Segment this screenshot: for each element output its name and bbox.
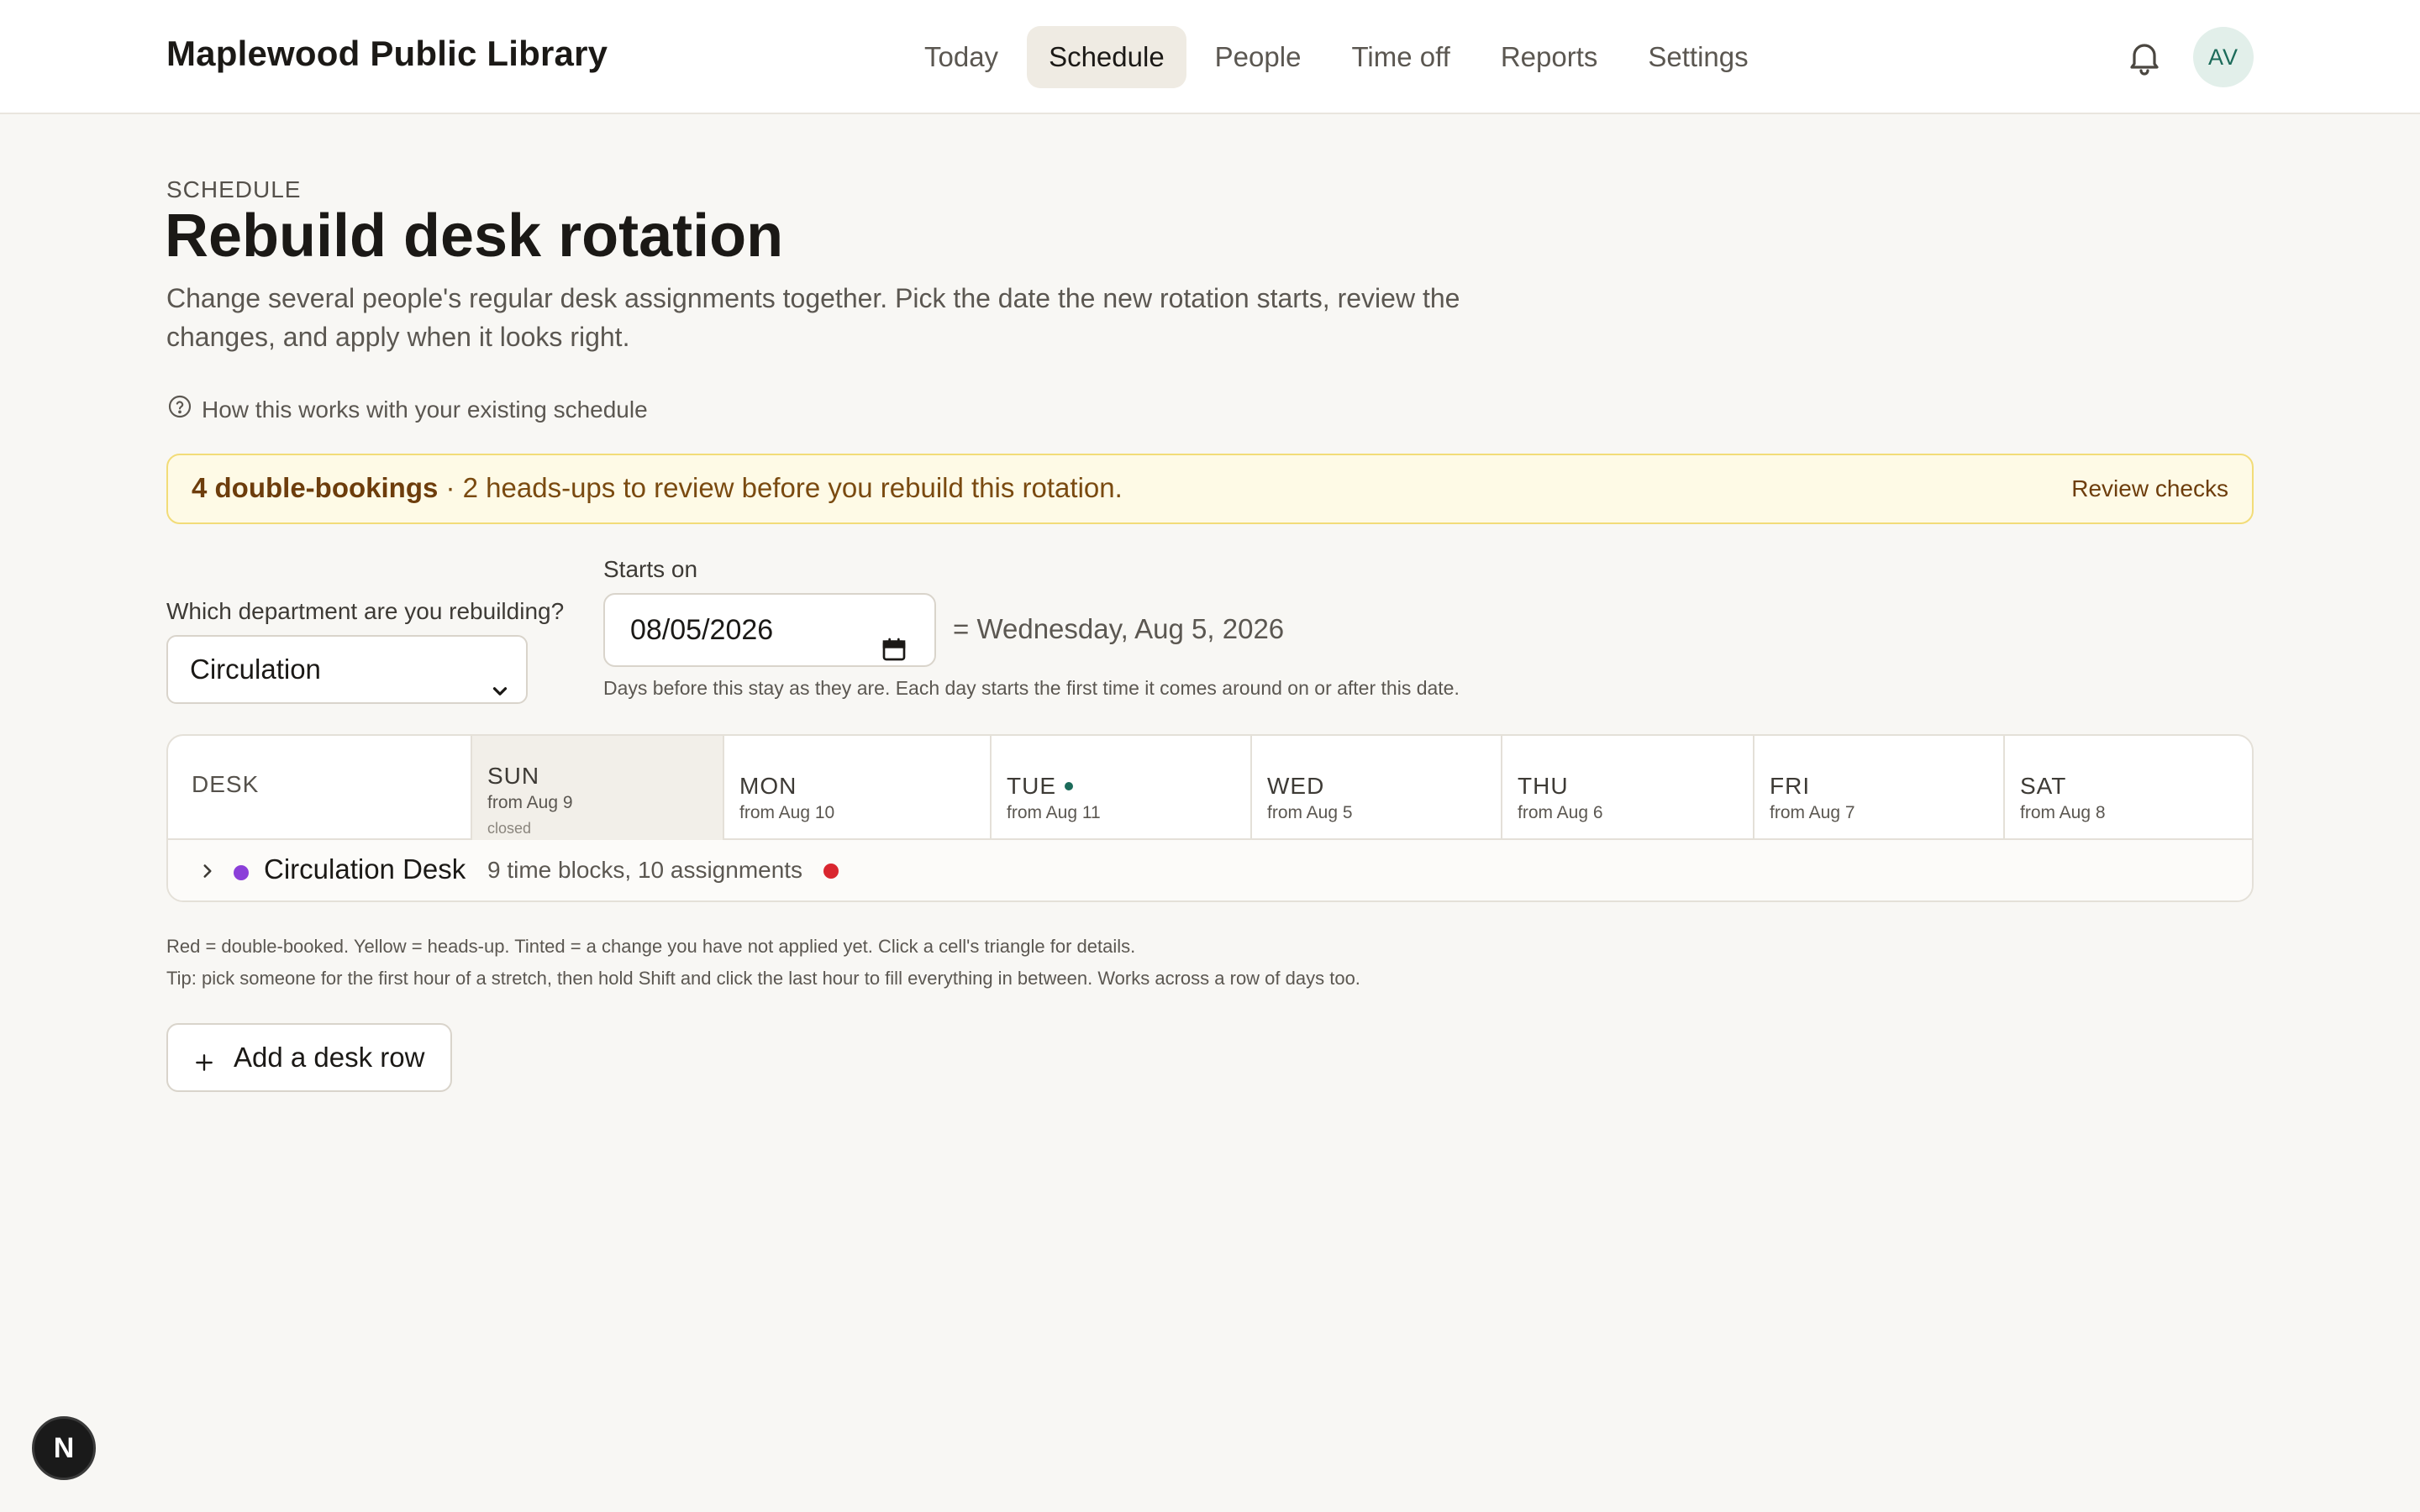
day-name: MON: [739, 773, 797, 799]
nav-settings[interactable]: Settings: [1626, 26, 1770, 88]
chevron-down-icon: [489, 660, 511, 696]
alert-count: 4 double-bookings: [192, 472, 439, 503]
day-name: THU: [1518, 773, 1569, 799]
dev-badge[interactable]: N: [32, 1416, 96, 1480]
desk-column-header: DESK: [168, 736, 471, 840]
day-closed-note: closed: [487, 820, 532, 837]
day-header-fri: FRI from Aug 7: [1753, 736, 2003, 840]
start-date-readable: = Wednesday, Aug 5, 2026: [953, 613, 1285, 644]
nav-today[interactable]: Today: [902, 26, 1020, 88]
review-checks-link[interactable]: Review checks: [2071, 475, 2228, 502]
main-nav: Today Schedule People Time off Reports S…: [902, 26, 1770, 88]
grid-header: DESK SUN from Aug 9 closed MON from Aug …: [168, 736, 2252, 840]
day-name: SAT: [2020, 773, 2067, 799]
start-date-input[interactable]: 08/05/2026: [603, 593, 936, 667]
day-name: SUN: [487, 763, 540, 789]
day-header-thu: THU from Aug 6: [1501, 736, 1753, 840]
start-date-value: 08/05/2026: [630, 614, 774, 646]
legend-note: Red = double-booked. Yellow = heads-up. …: [166, 936, 1136, 957]
day-name: WED: [1267, 773, 1325, 799]
top-bar: Maplewood Public Library Today Schedule …: [0, 0, 2420, 114]
alert-detail: · 2 heads-ups to review before you rebui…: [438, 472, 1123, 503]
day-start: from Aug 11: [1007, 803, 1101, 822]
conflict-alert: 4 double-bookings · 2 heads-ups to revie…: [166, 454, 2254, 524]
today-dot: [1065, 781, 1073, 790]
rotation-grid: DESK SUN from Aug 9 closed MON from Aug …: [166, 734, 2254, 902]
day-start: from Aug 9: [487, 793, 573, 812]
day-name: TUE: [1007, 773, 1056, 799]
add-desk-row-button[interactable]: Add a desk row: [166, 1023, 452, 1092]
day-header-sat: SAT from Aug 8: [2003, 736, 2252, 840]
start-date-hint: Days before this stay as they are. Each …: [603, 677, 1460, 699]
day-start: from Aug 7: [1770, 803, 1855, 822]
page-description: Change several people's regular desk ass…: [166, 283, 1460, 352]
starts-on-label: Starts on: [603, 556, 698, 582]
day-header-sun: SUN from Aug 9 closed: [471, 736, 723, 840]
alert-message: 4 double-bookings · 2 heads-ups to revie…: [192, 472, 1123, 504]
desk-row[interactable]: Circulation Desk 9 time blocks, 10 assig…: [168, 840, 2252, 900]
desk-summary: 9 time blocks, 10 assignments: [487, 857, 803, 883]
department-label: Which department are you rebuilding?: [166, 598, 565, 624]
page-eyebrow: SCHEDULE: [166, 176, 302, 202]
department-value: Circulation: [190, 654, 321, 685]
help-circle-icon: [166, 393, 193, 426]
plus-icon: [193, 1048, 215, 1071]
nav-schedule[interactable]: Schedule: [1027, 26, 1186, 88]
conflict-dot: [823, 864, 839, 879]
app-title: Maplewood Public Library: [166, 34, 608, 73]
day-header-wed: WED from Aug 5: [1250, 736, 1501, 840]
help-link[interactable]: How this works with your existing schedu…: [166, 393, 648, 426]
day-header-mon: MON from Aug 10: [723, 736, 990, 840]
avatar[interactable]: AV: [2193, 27, 2254, 87]
nav-reports[interactable]: Reports: [1479, 26, 1620, 88]
page-title: Rebuild desk rotation: [165, 202, 784, 270]
nav-time-off[interactable]: Time off: [1329, 26, 1471, 88]
chevron-right-icon[interactable]: [197, 860, 218, 882]
desk-color-dot: [234, 865, 249, 880]
day-name: FRI: [1770, 773, 1811, 799]
nav-people[interactable]: People: [1193, 26, 1323, 88]
day-start: from Aug 6: [1518, 803, 1603, 822]
day-header-tue: TUE from Aug 11: [990, 736, 1250, 840]
tip-note: Tip: pick someone for the first hour of …: [166, 968, 1360, 989]
day-start: from Aug 5: [1267, 803, 1353, 822]
day-start: from Aug 8: [2020, 803, 2106, 822]
add-desk-row-label: Add a desk row: [234, 1042, 425, 1073]
desk-name: Circulation Desk: [264, 853, 466, 885]
day-name-with-marker: TUE: [1007, 773, 1073, 800]
department-select[interactable]: Circulation: [166, 635, 528, 704]
day-start: from Aug 10: [739, 803, 835, 822]
help-link-label: How this works with your existing schedu…: [202, 396, 648, 423]
bell-icon[interactable]: [2124, 37, 2165, 77]
desk-header-label: DESK: [192, 771, 260, 797]
calendar-icon[interactable]: [881, 618, 908, 661]
